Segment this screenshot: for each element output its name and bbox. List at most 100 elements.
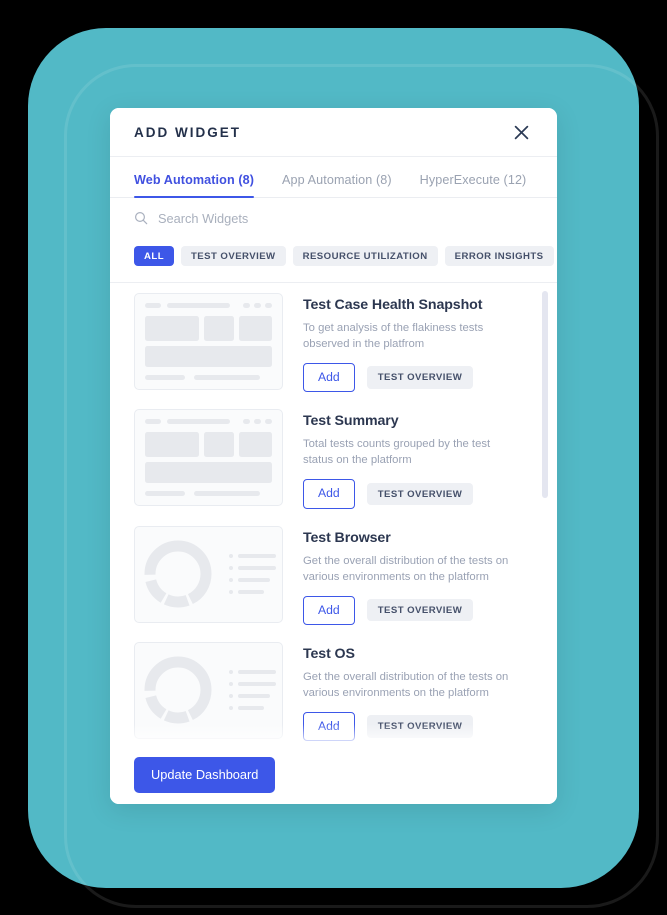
list-item: Test Browser Get the overall distributio… [134,525,533,625]
widget-title: Test Case Health Snapshot [303,297,483,313]
skeleton-bar [238,578,270,582]
widget-actions: Add TEST OVERVIEW [303,595,533,625]
legend-dot-icon [229,694,233,699]
status-badge: TEST OVERVIEW [366,366,474,389]
add-widget-button[interactable]: Add [303,479,355,509]
skeleton-bar [238,670,276,675]
skeleton-dot [243,303,250,308]
skeleton-bar [167,303,230,308]
widget-thumbnail-donut [134,525,283,623]
skeleton-dot [265,419,272,425]
legend-row [229,566,276,570]
status-badge: TEST OVERVIEW [366,482,474,506]
thumb-header-row [145,419,272,425]
skeleton-block [239,432,272,458]
add-widget-modal: ADD WIDGET Web Automation (8) App Automa… [110,108,557,804]
legend-dot-icon [229,566,233,570]
list-item: Test OS Get the overall distribution of … [134,641,533,741]
skeleton-block-wide [145,462,272,484]
tab-web-automation[interactable]: Web Automation (8) [134,173,255,198]
widget-info: Test Case Health Snapshot To get analysi… [303,293,533,393]
add-widget-button[interactable]: Add [303,711,355,741]
thumb-header-row [145,303,272,308]
search-input[interactable] [158,210,458,226]
skeleton-block [145,316,199,341]
donut-legend [229,554,276,594]
widget-actions: Add TEST OVERVIEW [303,363,533,393]
donut-legend [229,670,276,711]
tab-hyperexecute[interactable]: HyperExecute (12) [420,173,527,197]
skeleton-block [204,316,234,341]
skeleton-dot [254,419,261,425]
status-badge: TEST OVERVIEW [366,715,474,738]
list-item: Test Summary Total tests counts grouped … [134,409,533,509]
modal-header: ADD WIDGET [110,108,557,156]
widget-title: Test OS [303,645,355,662]
search-row [110,198,557,238]
skeleton-dot-group [243,419,272,425]
tab-list: Web Automation (8) App Automation (8) Hy… [110,156,557,198]
skeleton-dot [265,303,272,308]
widget-thumbnail-layout [134,293,283,390]
widget-thumbnail-donut [134,641,283,739]
add-widget-button[interactable]: Add [303,363,355,393]
legend-row [229,694,276,699]
skeleton-bar [238,590,264,594]
skeleton-dot [254,303,261,308]
widget-description: To get analysis of the flakiness tests o… [303,322,484,350]
thumb-footer-row [145,375,272,380]
legend-row [229,590,276,594]
thumb-footer-row [145,491,272,497]
widget-title: Test Summary [303,413,399,430]
filter-chip-resource-utilization[interactable]: RESOURCE UTILIZATION [292,245,438,267]
list-item: Test Case Health Snapshot To get analysi… [134,293,533,393]
donut-chart-icon [144,656,212,724]
skeleton-bar [238,566,276,570]
filter-chip-test-overview[interactable]: TEST OVERVIEW [181,245,286,267]
skeleton-dot [243,419,250,425]
widget-list: Test Case Health Snapshot To get analysi… [110,283,557,746]
widget-info: Test Summary Total tests counts grouped … [303,409,533,509]
filter-chip-group: ALL TEST OVERVIEW RESOURCE UTILIZATION E… [110,238,557,282]
widget-actions: Add TEST OVERVIEW [303,711,533,741]
skeleton-bar [238,706,264,711]
skeleton-bar [145,419,161,425]
skeleton-block [239,316,272,341]
close-icon[interactable] [508,119,534,145]
legend-dot-icon [229,670,233,675]
search-icon [134,211,148,225]
scrollbar[interactable] [542,291,548,738]
widget-description: Total tests counts grouped by the test s… [303,438,491,467]
widget-title: Test Browser [303,529,391,546]
legend-dot-icon [229,682,233,687]
skeleton-bar [145,491,185,497]
skeleton-bar [238,554,276,558]
thumb-card-row [145,432,272,458]
filter-chip-all[interactable]: ALL [134,245,174,267]
legend-row [229,578,276,582]
widget-description: Get the overall distribution of the test… [303,554,509,583]
legend-row [229,706,276,711]
skeleton-bar [194,491,260,497]
skeleton-bar [238,694,270,699]
add-widget-button[interactable]: Add [303,595,355,625]
update-dashboard-button[interactable]: Update Dashboard [134,757,276,793]
filter-chip-error-insights[interactable]: ERROR INSIGHTS [444,245,554,267]
scrollbar-thumb[interactable] [542,291,548,498]
status-badge: TEST OVERVIEW [366,598,474,622]
widget-actions: Add TEST OVERVIEW [303,479,533,509]
skeleton-block [145,432,199,458]
widget-thumbnail-layout [134,409,283,507]
legend-dot-icon [229,554,233,558]
legend-dot-icon [229,590,233,594]
legend-dot-icon [229,578,233,582]
skeleton-bar [167,419,230,425]
skeleton-block [204,432,234,458]
thumb-card-row [145,316,272,341]
modal-footer: Update Dashboard [110,724,557,804]
widget-description: Get the overall distribution of the test… [303,670,509,699]
donut-chart-icon [144,540,212,608]
legend-row [229,670,276,675]
legend-row [229,682,276,687]
tab-app-automation[interactable]: App Automation (8) [282,173,392,197]
